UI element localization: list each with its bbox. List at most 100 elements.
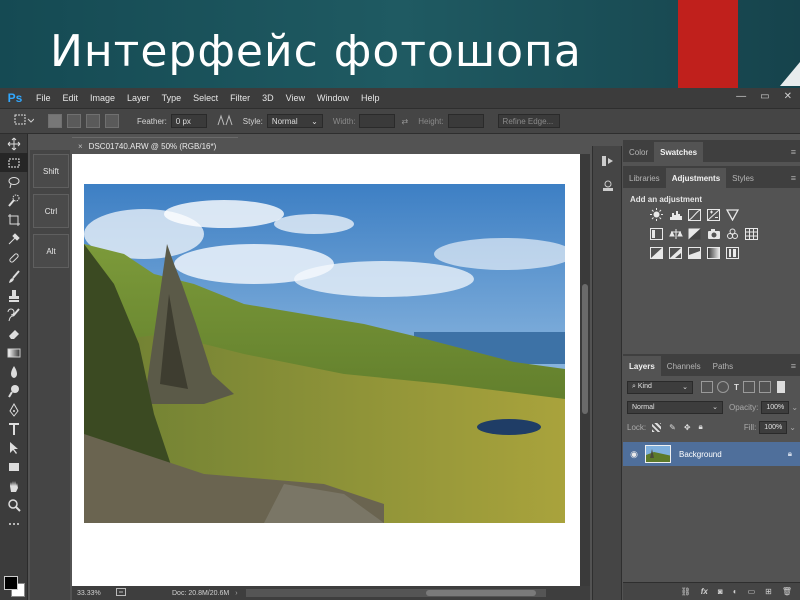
tab-paths[interactable]: Paths xyxy=(707,356,739,376)
crop-tool-icon[interactable] xyxy=(0,210,28,229)
canvas-area[interactable] xyxy=(72,154,590,586)
more-tools-icon[interactable] xyxy=(0,514,28,533)
mask-icon[interactable]: ◙ xyxy=(718,587,723,596)
trash-icon[interactable]: 🗑︎ xyxy=(782,587,792,596)
curves-icon[interactable] xyxy=(687,208,702,221)
vertical-scroll-thumb[interactable] xyxy=(582,284,588,414)
panel-menu-icon[interactable]: ≡ xyxy=(791,142,796,162)
chevron-down-icon[interactable]: ⌄ xyxy=(789,423,796,432)
type-tool-icon[interactable] xyxy=(0,419,28,438)
color-balance-icon[interactable] xyxy=(668,227,683,240)
width-input[interactable] xyxy=(359,114,396,128)
adjustment-icon[interactable]: ◐ xyxy=(733,587,738,596)
menu-select[interactable]: Select xyxy=(187,93,224,103)
lock-transparent-icon[interactable] xyxy=(652,422,662,432)
height-input[interactable] xyxy=(447,114,484,128)
shape-filter-icon[interactable] xyxy=(742,381,755,393)
gradient-map-icon[interactable] xyxy=(706,246,721,259)
properties-panel-icon[interactable] xyxy=(597,176,619,196)
fx-icon[interactable]: fx xyxy=(701,587,708,596)
anti-alias-icon[interactable] xyxy=(217,114,233,128)
lasso-tool-icon[interactable] xyxy=(0,172,28,191)
eye-icon[interactable]: ◉ xyxy=(623,449,645,460)
alt-key-button[interactable]: Alt xyxy=(33,234,69,268)
tab-color[interactable]: Color xyxy=(623,142,654,162)
opacity-input[interactable]: 100% xyxy=(761,400,790,414)
close-document-icon[interactable]: × xyxy=(78,142,83,151)
tab-swatches[interactable]: Swatches xyxy=(654,142,704,162)
menu-view[interactable]: View xyxy=(280,93,311,103)
menu-type[interactable]: Type xyxy=(156,93,188,103)
tab-layers[interactable]: Layers xyxy=(623,356,661,376)
pixel-filter-icon[interactable] xyxy=(701,381,713,393)
path-selection-tool-icon[interactable] xyxy=(0,438,28,457)
chevron-down-icon[interactable]: ⌄ xyxy=(791,403,798,412)
channel-mixer-icon[interactable] xyxy=(725,227,740,240)
exposure-icon[interactable] xyxy=(706,208,721,221)
color-lookup-icon[interactable] xyxy=(744,227,759,240)
history-brush-tool-icon[interactable] xyxy=(0,305,28,324)
healing-brush-tool-icon[interactable] xyxy=(0,248,28,267)
quick-selection-tool-icon[interactable] xyxy=(0,191,28,210)
black-white-icon[interactable] xyxy=(687,227,702,240)
posterize-icon[interactable] xyxy=(668,246,683,259)
blend-mode-select[interactable]: Normal ⌄ xyxy=(627,400,723,414)
document-canvas[interactable] xyxy=(72,154,580,586)
swap-dimensions-icon[interactable]: ⇄ xyxy=(401,117,408,126)
add-selection-icon[interactable] xyxy=(67,114,81,128)
lock-all-icon[interactable]: 🔒︎ xyxy=(699,422,703,432)
refine-edge-button[interactable]: Refine Edge... xyxy=(497,114,560,128)
horizontal-scroll-thumb[interactable] xyxy=(425,590,536,596)
smart-object-filter-icon[interactable] xyxy=(758,381,771,393)
hue-saturation-icon[interactable] xyxy=(649,227,664,240)
lock-image-icon[interactable]: ✎ xyxy=(669,423,676,432)
foreground-color-swatch[interactable] xyxy=(4,576,18,590)
status-menu-icon[interactable]: › xyxy=(235,590,237,597)
gradient-tool-icon[interactable] xyxy=(0,343,28,362)
link-icon[interactable]: ⛓ xyxy=(681,587,691,596)
horizontal-scrollbar[interactable] xyxy=(245,589,546,597)
rectangle-tool-icon[interactable] xyxy=(0,457,28,476)
new-selection-icon[interactable] xyxy=(48,114,62,128)
tab-channels[interactable]: Channels xyxy=(661,356,707,376)
menu-layer[interactable]: Layer xyxy=(121,93,156,103)
brightness-contrast-icon[interactable] xyxy=(649,208,664,221)
lock-position-icon[interactable]: ✥ xyxy=(684,423,691,432)
menu-file[interactable]: File xyxy=(30,93,57,103)
vertical-scrollbar[interactable] xyxy=(580,154,590,586)
panel-menu-icon[interactable]: ≡ xyxy=(791,356,796,376)
close-window-button[interactable]: ✕ xyxy=(784,91,792,102)
shift-key-button[interactable]: Shift xyxy=(33,154,69,188)
levels-icon[interactable] xyxy=(668,208,683,221)
menu-image[interactable]: Image xyxy=(84,93,121,103)
tab-styles[interactable]: Styles xyxy=(726,168,760,188)
panel-menu-icon[interactable]: ≡ xyxy=(791,168,796,188)
intersect-selection-icon[interactable] xyxy=(105,114,119,128)
menu-help[interactable]: Help xyxy=(355,93,386,103)
folder-icon[interactable]: ▭ xyxy=(748,587,756,596)
eyedropper-tool-icon[interactable] xyxy=(0,229,28,248)
subtract-selection-icon[interactable] xyxy=(86,114,100,128)
dodge-tool-icon[interactable] xyxy=(0,381,28,400)
zoom-level[interactable]: 33.33% xyxy=(72,590,106,597)
invert-icon[interactable] xyxy=(649,246,664,259)
maximize-button[interactable]: ▭ xyxy=(760,91,769,102)
zoom-tool-icon[interactable] xyxy=(0,495,28,514)
vibrance-icon[interactable] xyxy=(725,208,740,221)
brush-tool-icon[interactable] xyxy=(0,267,28,286)
ctrl-key-button[interactable]: Ctrl xyxy=(33,194,69,228)
menu-edit[interactable]: Edit xyxy=(57,93,85,103)
filter-toggle-icon[interactable] xyxy=(776,381,785,393)
document-tab[interactable]: × DSC01740.ARW @ 50% (RGB/16*) xyxy=(72,137,238,154)
tab-libraries[interactable]: Libraries xyxy=(623,168,666,188)
minimize-button[interactable]: — xyxy=(736,91,746,102)
hand-tool-icon[interactable] xyxy=(0,476,28,495)
history-panel-icon[interactable] xyxy=(597,151,619,171)
move-tool-icon[interactable] xyxy=(0,134,28,153)
type-filter-icon[interactable]: T xyxy=(734,383,739,392)
style-select[interactable]: Normal ⌄ xyxy=(266,114,323,128)
feather-input[interactable]: 0 px xyxy=(170,114,207,128)
kind-filter-select[interactable]: ⌕ Kind ⌄ xyxy=(627,380,693,394)
blur-tool-icon[interactable] xyxy=(0,362,28,381)
pen-tool-icon[interactable] xyxy=(0,400,28,419)
